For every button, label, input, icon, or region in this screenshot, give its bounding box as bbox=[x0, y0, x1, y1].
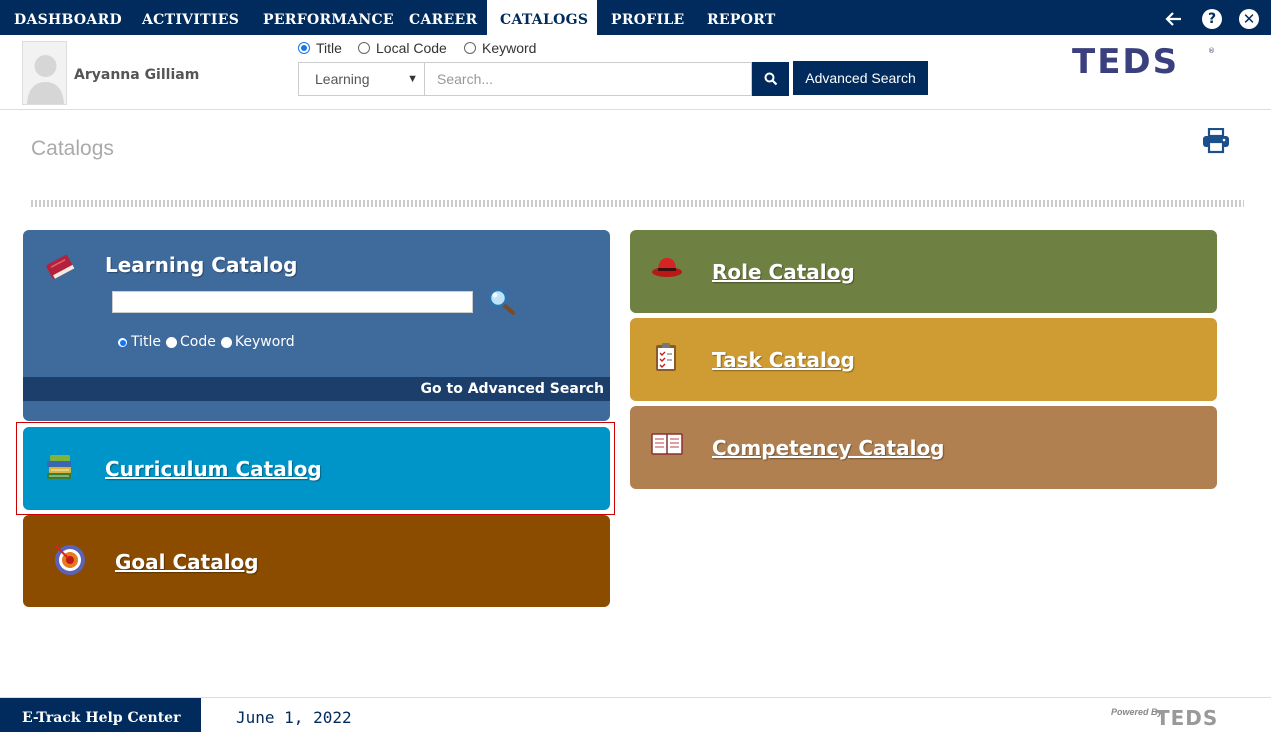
search-mode-keyword-label: Keyword bbox=[482, 40, 537, 56]
nav-performance[interactable]: PERFORMANCE bbox=[263, 0, 394, 35]
category-select[interactable]: Learning ▼ bbox=[298, 62, 425, 96]
teds-logo: TEDS ® bbox=[1072, 42, 1216, 82]
learning-mode-title-label: Title bbox=[131, 334, 162, 350]
learning-catalog-modes: Title Code Keyword bbox=[117, 334, 300, 350]
nav-report[interactable]: REPORT bbox=[707, 0, 776, 35]
role-catalog-card[interactable]: Role Catalog bbox=[630, 230, 1217, 313]
learning-mode-keyword-label: Keyword bbox=[234, 334, 295, 350]
learning-catalog-card: Learning Catalog Title Code Keyword Go t… bbox=[23, 230, 610, 421]
hat-icon bbox=[650, 250, 684, 284]
svg-text:TEDS: TEDS bbox=[1072, 43, 1179, 77]
print-icon[interactable] bbox=[1202, 127, 1230, 154]
section-divider bbox=[31, 200, 1244, 207]
search-mode-keyword[interactable]: Keyword bbox=[464, 39, 536, 57]
footer-date: June 1, 2022 bbox=[236, 708, 352, 727]
competency-catalog-card[interactable]: Competency Catalog bbox=[630, 406, 1217, 489]
user-name: Aryanna Gilliam bbox=[74, 67, 200, 83]
svg-text:®: ® bbox=[1208, 47, 1215, 55]
footer: E-Track Help Center June 1, 2022 Powered… bbox=[0, 697, 1271, 732]
nav-career[interactable]: CAREER bbox=[409, 0, 477, 35]
competency-catalog-link[interactable]: Competency Catalog bbox=[712, 436, 945, 460]
goal-catalog-card[interactable]: Goal Catalog bbox=[23, 515, 610, 607]
close-icon[interactable]: ✕ bbox=[1239, 9, 1259, 29]
powered-by-teds-logo: Powered By TEDS bbox=[1111, 706, 1241, 730]
radio-local-code[interactable] bbox=[358, 42, 370, 54]
book-icon bbox=[43, 250, 77, 284]
target-icon bbox=[53, 543, 87, 577]
learning-catalog-search-input[interactable] bbox=[112, 291, 473, 313]
search-mode-title-label: Title bbox=[316, 40, 342, 56]
radio-title[interactable] bbox=[298, 42, 310, 54]
search-input[interactable]: Search... bbox=[425, 62, 752, 96]
curriculum-catalog-card[interactable]: Curriculum Catalog bbox=[23, 427, 610, 510]
learning-mode-keyword-radio[interactable] bbox=[220, 336, 232, 348]
header: Aryanna Gilliam Title Local Code Keyword… bbox=[0, 35, 1271, 110]
search-mode-local-code[interactable]: Local Code bbox=[358, 39, 447, 57]
back-arrow-icon[interactable] bbox=[1164, 9, 1184, 29]
role-catalog-link[interactable]: Role Catalog bbox=[712, 260, 855, 284]
category-select-value: Learning bbox=[315, 71, 370, 87]
page-title: Catalogs bbox=[31, 137, 114, 160]
help-center-link[interactable]: E-Track Help Center bbox=[0, 698, 201, 732]
task-catalog-link[interactable]: Task Catalog bbox=[712, 348, 855, 372]
top-nav-bar: DASHBOARD ACTIVITIES PERFORMANCE CAREER … bbox=[0, 0, 1271, 35]
advanced-search-button[interactable]: Advanced Search bbox=[793, 61, 928, 95]
search-mode-local-code-label: Local Code bbox=[376, 40, 447, 56]
learning-mode-code-label: Code bbox=[180, 334, 216, 350]
magnifier-icon[interactable] bbox=[486, 287, 518, 317]
learning-mode-code-radio[interactable] bbox=[166, 336, 178, 348]
learning-mode-title-radio[interactable] bbox=[117, 336, 128, 348]
search-button[interactable] bbox=[752, 62, 789, 96]
goal-catalog-link[interactable]: Goal Catalog bbox=[115, 550, 259, 574]
books-stack-icon bbox=[43, 449, 77, 483]
learning-catalog-title: Learning Catalog bbox=[105, 253, 298, 277]
avatar[interactable] bbox=[22, 41, 67, 105]
chevron-down-icon: ▼ bbox=[407, 73, 418, 85]
go-to-advanced-search-link[interactable]: Go to Advanced Search bbox=[23, 377, 610, 401]
nav-profile[interactable]: PROFILE bbox=[611, 0, 684, 35]
svg-text:TEDS: TEDS bbox=[1156, 706, 1218, 728]
task-catalog-card[interactable]: Task Catalog bbox=[630, 318, 1217, 401]
curriculum-catalog-link[interactable]: Curriculum Catalog bbox=[105, 457, 322, 481]
nav-activities[interactable]: ACTIVITIES bbox=[142, 0, 239, 35]
clipboard-icon bbox=[650, 340, 684, 374]
nav-dashboard[interactable]: DASHBOARD bbox=[14, 0, 122, 35]
planner-icon bbox=[650, 428, 684, 462]
help-icon[interactable]: ? bbox=[1202, 9, 1222, 29]
radio-keyword[interactable] bbox=[464, 42, 476, 54]
search-mode-title[interactable]: Title bbox=[298, 39, 342, 57]
nav-catalogs[interactable]: CATALOGS bbox=[487, 0, 597, 35]
search-icon bbox=[764, 72, 777, 86]
